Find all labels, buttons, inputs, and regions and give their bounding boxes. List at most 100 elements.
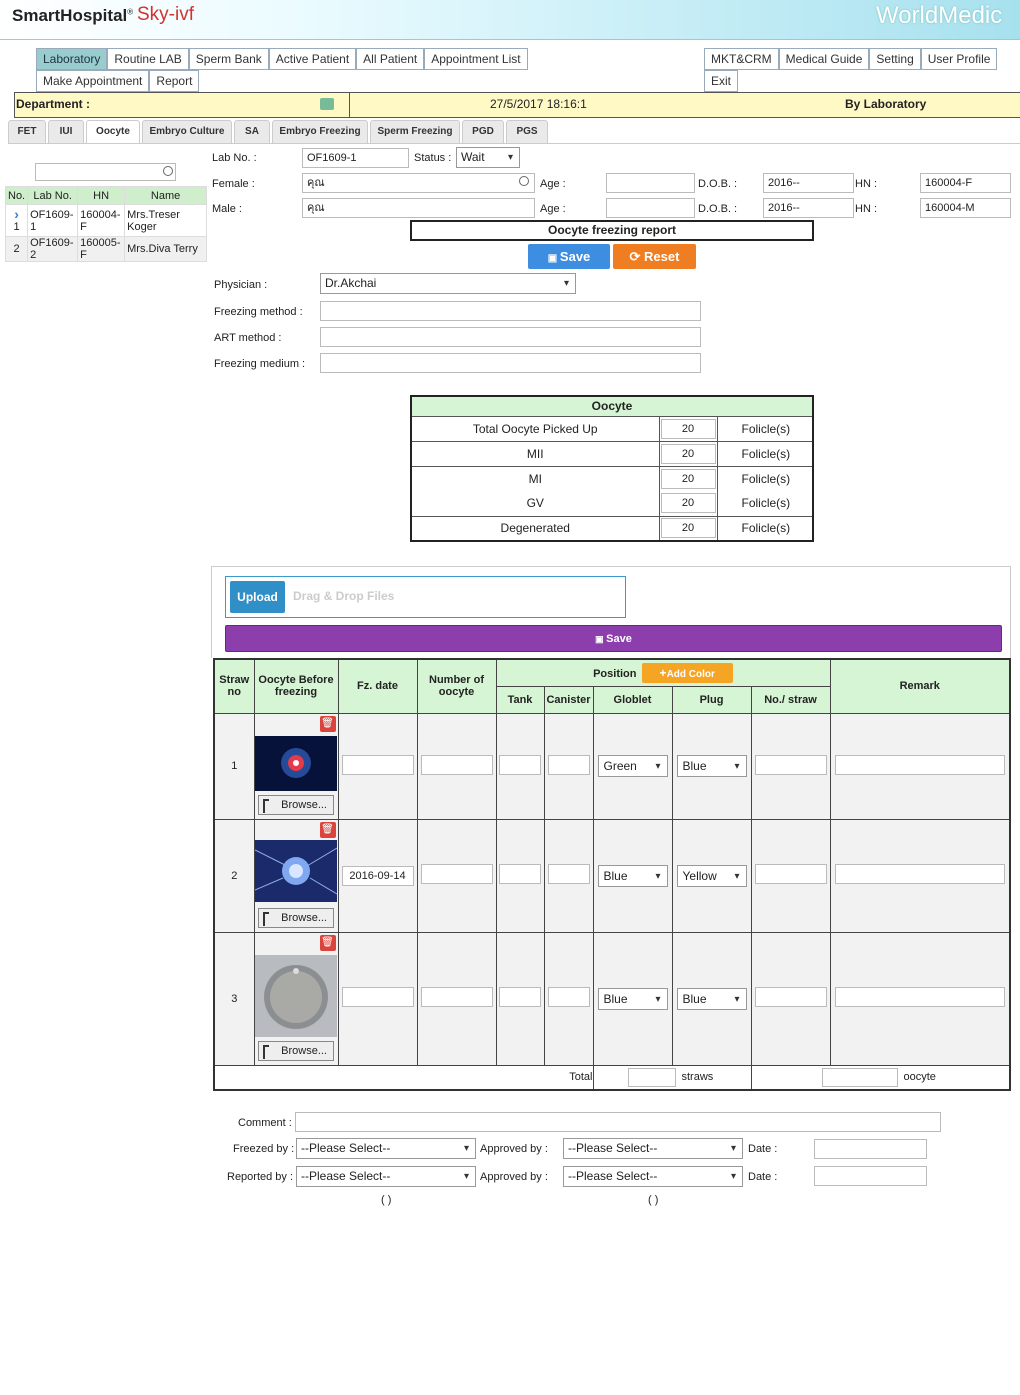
department-picker-icon[interactable] <box>320 98 334 110</box>
comment-label: Comment : <box>238 1117 292 1129</box>
canister-input[interactable] <box>547 864 590 884</box>
col-plug: Plug <box>671 685 752 714</box>
degenerated-input[interactable]: 20 <box>660 518 716 539</box>
tab-pgs[interactable]: PGS <box>506 120 548 144</box>
remark-input[interactable] <box>834 754 1005 775</box>
plug-select[interactable]: Yellow ▾ <box>676 864 747 887</box>
nav-make-appointment[interactable]: Make Appointment <box>36 70 150 92</box>
tab-sperm-freezing[interactable]: Sperm Freezing <box>370 120 460 144</box>
number-oocyte-input[interactable] <box>420 754 493 775</box>
number-oocyte-input[interactable] <box>420 987 493 1007</box>
remark-input[interactable] <box>834 987 1005 1007</box>
nav-report[interactable]: Report <box>149 70 200 92</box>
tab-oocyte[interactable]: Oocyte <box>86 120 140 144</box>
female-name-input[interactable]: คุณ <box>302 173 535 193</box>
delete-icon[interactable]: 🗑 <box>319 934 336 951</box>
status-select[interactable]: Wait ▾ <box>456 147 520 168</box>
plug-select[interactable]: Blue ▾ <box>676 755 747 777</box>
nav-laboratory[interactable]: Laboratory <box>36 48 108 70</box>
labno-input[interactable]: OF1609-1 <box>302 148 409 168</box>
upload-button[interactable]: Upload <box>230 581 285 613</box>
reported-by-select[interactable]: --Please Select-- ▾ <box>296 1166 476 1187</box>
gv-input[interactable]: 20 <box>660 493 716 514</box>
nav-mkt-crm[interactable]: MKT&CRM <box>704 48 779 70</box>
number-oocyte-input[interactable] <box>420 864 493 884</box>
no-straw-input[interactable] <box>754 864 827 884</box>
male-hn-input[interactable]: 160004-M <box>920 198 1011 218</box>
nav-medical-guide[interactable]: Medical Guide <box>778 48 870 70</box>
table-row[interactable]: 2 OF1609-2 160005-F Mrs.Diva Terry <box>4 236 207 262</box>
male-dob-input[interactable]: 2016-- <box>763 198 854 218</box>
nav-setting[interactable]: Setting <box>869 48 921 70</box>
total-oocyte-input[interactable]: 20 <box>660 418 716 439</box>
tab-embryo-freezing[interactable]: Embryo Freezing <box>272 120 368 144</box>
total-straws-input[interactable] <box>627 1067 676 1087</box>
total-oocyte-input[interactable] <box>821 1067 898 1087</box>
date-input-2[interactable] <box>814 1166 927 1186</box>
nav-sperm-bank[interactable]: Sperm Bank <box>188 48 269 70</box>
freezing-medium-input[interactable] <box>320 353 701 373</box>
reset-button[interactable]: ⟳ Reset <box>613 244 696 269</box>
female-dob-input[interactable]: 2016-- <box>763 173 854 193</box>
delete-icon[interactable]: 🗑 <box>319 715 336 732</box>
no-straw-input[interactable] <box>754 987 827 1007</box>
add-color-button[interactable]: +Add Color <box>641 662 733 683</box>
browse-button[interactable]: Browse... <box>258 907 334 928</box>
female-hn-input[interactable]: 160004-F <box>920 173 1011 193</box>
fz-date-input[interactable] <box>341 754 414 775</box>
goblet-select[interactable]: Green ▾ <box>597 755 668 777</box>
nav-active-patient[interactable]: Active Patient <box>268 48 357 70</box>
canister-input[interactable] <box>547 987 590 1007</box>
approved-by-select-2[interactable]: --Please Select-- ▾ <box>563 1166 743 1187</box>
male-name-input[interactable]: คุณ <box>302 198 535 218</box>
approved-by-select[interactable]: --Please Select-- ▾ <box>563 1138 743 1159</box>
tab-pgd[interactable]: PGD <box>462 120 504 144</box>
comment-input[interactable] <box>295 1112 941 1132</box>
female-age-input[interactable] <box>606 173 695 193</box>
tank-input[interactable] <box>499 864 541 884</box>
delete-icon[interactable]: 🗑 <box>319 821 336 838</box>
mi-input[interactable]: 20 <box>660 468 716 489</box>
tab-fet[interactable]: FET <box>8 120 46 144</box>
art-method-input[interactable] <box>320 327 701 347</box>
table-row[interactable]: › 1 OF1609-1 160004-F Mrs.Treser Koger <box>4 204 207 237</box>
straw-no: 2 <box>213 818 255 933</box>
mii-input[interactable]: 20 <box>660 443 716 464</box>
goblet-select[interactable]: Blue ▾ <box>597 864 668 887</box>
fz-date-input[interactable]: 2016-09-14 <box>341 865 414 886</box>
nav-routine-lab[interactable]: Routine LAB <box>107 48 189 70</box>
save-button[interactable]: ▣ Save <box>528 244 610 269</box>
row-label: MII <box>410 440 660 467</box>
freezing-method-input[interactable] <box>320 301 701 321</box>
browse-button[interactable]: Browse... <box>258 794 334 815</box>
upload-save-button[interactable]: ▣ Save <box>225 625 1002 652</box>
fz-date-input[interactable] <box>341 987 414 1007</box>
tank-input[interactable] <box>499 754 541 775</box>
dropzone[interactable] <box>225 576 626 618</box>
goblet-select[interactable]: Blue ▾ <box>597 987 668 1010</box>
nav-all-patient[interactable]: All Patient <box>356 48 425 70</box>
no-straw-input[interactable] <box>754 754 827 775</box>
tab-embryo-culture[interactable]: Embryo Culture <box>142 120 232 144</box>
left-search-input[interactable] <box>35 163 176 181</box>
plug-select[interactable]: Blue ▾ <box>676 987 747 1010</box>
female-search-icon[interactable] <box>519 176 529 186</box>
brand-logo: SmartHospital® <box>12 6 134 25</box>
nav-user-profile[interactable]: User Profile <box>920 48 998 70</box>
tank-input[interactable] <box>499 987 541 1007</box>
tab-sa[interactable]: SA <box>234 120 270 144</box>
remark-input[interactable] <box>834 864 1005 884</box>
date-input[interactable] <box>814 1139 927 1159</box>
search-icon[interactable] <box>163 166 173 176</box>
freezed-by-select[interactable]: --Please Select-- ▾ <box>296 1138 476 1159</box>
nav-exit[interactable]: Exit <box>704 70 739 92</box>
physician-select[interactable]: Dr.Akchai ▾ <box>320 273 576 294</box>
browse-button[interactable]: Browse... <box>258 1040 334 1061</box>
tab-iui[interactable]: IUI <box>48 120 84 144</box>
nav-appointment-list[interactable]: Appointment List <box>424 48 528 70</box>
canister-input[interactable] <box>547 754 590 775</box>
freezing-method-label: Freezing method : <box>214 306 303 318</box>
male-age-input[interactable] <box>606 198 695 218</box>
male-label: Male : <box>212 203 242 215</box>
unit-label: Folicle(s) <box>716 465 814 491</box>
